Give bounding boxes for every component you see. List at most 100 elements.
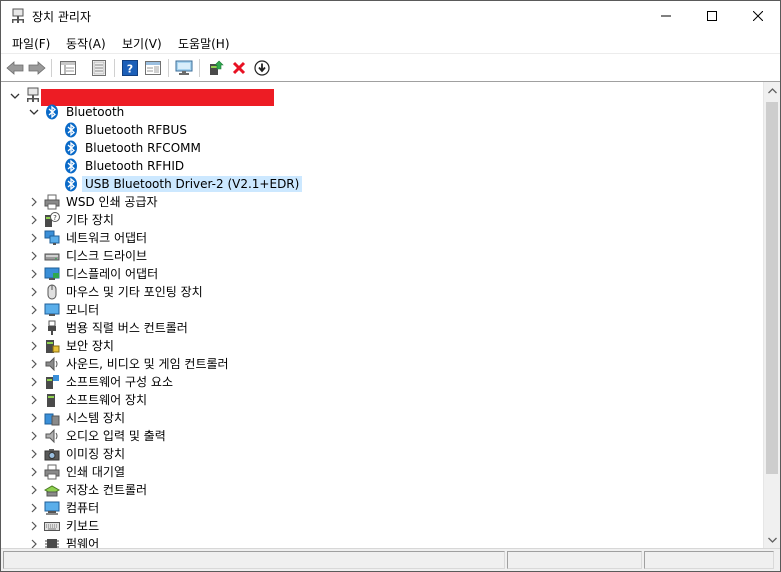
- uninstall-device-button[interactable]: [229, 58, 249, 78]
- collapse-chevron-icon[interactable]: [9, 90, 21, 102]
- tree-device-label: Bluetooth RFHID: [85, 159, 185, 173]
- tree-category-row[interactable]: 보안 장치: [1, 337, 761, 355]
- vertical-scrollbar[interactable]: [763, 82, 780, 548]
- expand-chevron-icon[interactable]: [28, 304, 40, 316]
- properties-button[interactable]: [89, 58, 109, 78]
- collapse-chevron-icon[interactable]: [28, 106, 40, 118]
- tree-category-label: 키보드: [66, 519, 100, 533]
- back-button[interactable]: [5, 58, 25, 78]
- update-driver-button[interactable]: [206, 58, 226, 78]
- scroll-up-button[interactable]: [764, 82, 781, 99]
- expand-chevron-icon[interactable]: [28, 412, 40, 424]
- tree-category-row[interactable]: 마우스 및 기타 포인팅 장치: [1, 283, 761, 301]
- tree-category-label: 시스템 장치: [66, 411, 126, 425]
- title-bar[interactable]: 장치 관리자: [1, 1, 780, 31]
- menu-file[interactable]: 파일(F): [12, 35, 50, 52]
- tree-category-row[interactable]: ? 기타 장치: [1, 211, 761, 229]
- tree-category-row[interactable]: 범용 직렬 버스 컨트롤러: [1, 319, 761, 337]
- tree-category-row[interactable]: 저장소 컨트롤러: [1, 481, 761, 499]
- bluetooth-icon: [63, 176, 79, 192]
- expand-chevron-icon[interactable]: [28, 214, 40, 226]
- properties-grid-icon: [60, 61, 76, 75]
- tree-category-label: 오디오 입력 및 출력: [66, 429, 166, 443]
- device-tree[interactable]: Bluetooth Bluetooth RFBUS Bluetooth RFCO…: [1, 82, 763, 548]
- forward-button[interactable]: [27, 58, 47, 78]
- svg-text:?: ?: [127, 63, 133, 76]
- unknown-device-icon: ?: [44, 212, 60, 228]
- toolbar-separator: [51, 59, 52, 77]
- tree-category-row[interactable]: 시스템 장치: [1, 409, 761, 427]
- expand-chevron-icon[interactable]: [28, 322, 40, 334]
- help-button[interactable]: ?: [120, 58, 140, 78]
- download-arrow-icon: [254, 60, 270, 76]
- expand-chevron-icon[interactable]: [28, 520, 40, 532]
- scan-hardware-button[interactable]: [174, 58, 194, 78]
- tree-category-row[interactable]: 소프트웨어 장치: [1, 391, 761, 409]
- expand-chevron-icon[interactable]: [28, 268, 40, 280]
- expand-chevron-icon[interactable]: [28, 394, 40, 406]
- tree-device-label: Bluetooth RFBUS: [85, 123, 187, 137]
- tree-category-label: 컴퓨터: [66, 501, 100, 515]
- toolbar: ?: [1, 53, 780, 82]
- expand-chevron-icon[interactable]: [28, 250, 40, 262]
- expand-chevron-icon[interactable]: [28, 502, 40, 514]
- expand-chevron-icon[interactable]: [28, 286, 40, 298]
- tree-category-label: WSD 인쇄 공급자: [66, 195, 158, 209]
- expand-chevron-icon[interactable]: [28, 340, 40, 352]
- tree-category-row[interactable]: WSD 인쇄 공급자: [1, 193, 761, 211]
- tree-category-row[interactable]: 오디오 입력 및 출력: [1, 427, 761, 445]
- tree-category-row[interactable]: 컴퓨터: [1, 499, 761, 517]
- action-pane-button[interactable]: [143, 58, 163, 78]
- tree-category-row[interactable]: 펌웨어: [1, 535, 761, 548]
- expand-chevron-icon[interactable]: [28, 376, 40, 388]
- bluetooth-icon: [44, 104, 60, 120]
- disable-device-button[interactable]: [252, 58, 272, 78]
- tree-category-row[interactable]: 네트워크 어댑터: [1, 229, 761, 247]
- menu-help[interactable]: 도움말(H): [178, 35, 230, 52]
- tree-device-row[interactable]: Bluetooth RFCOMM: [1, 139, 761, 157]
- scroll-down-button[interactable]: [764, 531, 781, 548]
- expand-chevron-icon[interactable]: [28, 232, 40, 244]
- tree-category-bluetooth[interactable]: Bluetooth: [1, 103, 761, 121]
- tree-category-row[interactable]: 인쇄 대기열: [1, 463, 761, 481]
- scroll-thumb[interactable]: [766, 102, 778, 474]
- menu-action[interactable]: 동작(A): [66, 35, 106, 52]
- tree-category-label: 사운드, 비디오 및 게임 컨트롤러: [66, 357, 229, 371]
- expand-chevron-icon[interactable]: [28, 358, 40, 370]
- menu-view[interactable]: 보기(V): [122, 35, 162, 52]
- tree-root-row[interactable]: [1, 85, 761, 106]
- tree-device-row-selected[interactable]: USB Bluetooth Driver-2 (V2.1+EDR): [1, 175, 761, 193]
- tree-category-row[interactable]: 디스크 드라이브: [1, 247, 761, 265]
- expand-chevron-icon[interactable]: [28, 196, 40, 208]
- usb-controller-icon: [44, 320, 60, 336]
- expand-chevron-icon[interactable]: [28, 430, 40, 442]
- status-bar: [1, 548, 780, 571]
- software-device-icon: [44, 392, 60, 408]
- disk-drive-icon: [44, 248, 60, 264]
- tree-category-label: 인쇄 대기열: [66, 465, 126, 479]
- tree-category-row[interactable]: 소프트웨어 구성 요소: [1, 373, 761, 391]
- print-queue-icon: [44, 464, 60, 480]
- expand-chevron-icon[interactable]: [28, 466, 40, 478]
- bluetooth-icon: [63, 140, 79, 156]
- expand-chevron-icon[interactable]: [28, 484, 40, 496]
- storage-controller-icon: [43, 482, 61, 498]
- computer-tower-icon: [25, 87, 41, 103]
- monitor-icon: [44, 302, 60, 318]
- minimize-button[interactable]: [643, 1, 689, 31]
- close-button[interactable]: [735, 1, 781, 31]
- tree-category-row[interactable]: 이미징 장치: [1, 445, 761, 463]
- maximize-button[interactable]: [689, 1, 735, 31]
- audio-io-icon: [44, 428, 60, 444]
- tree-category-row[interactable]: 모니터: [1, 301, 761, 319]
- tree-category-label: 디스크 드라이브: [66, 249, 148, 263]
- show-hide-console-tree-button[interactable]: [58, 58, 78, 78]
- document-icon: [92, 60, 106, 76]
- tree-category-row[interactable]: 키보드: [1, 517, 761, 535]
- tree-device-row[interactable]: Bluetooth RFBUS: [1, 121, 761, 139]
- expand-chevron-icon[interactable]: [28, 448, 40, 460]
- tree-device-row[interactable]: Bluetooth RFHID: [1, 157, 761, 175]
- tree-category-row[interactable]: 사운드, 비디오 및 게임 컨트롤러: [1, 355, 761, 373]
- tree-category-row[interactable]: 디스플레이 어댑터: [1, 265, 761, 283]
- expand-chevron-icon[interactable]: [28, 538, 40, 548]
